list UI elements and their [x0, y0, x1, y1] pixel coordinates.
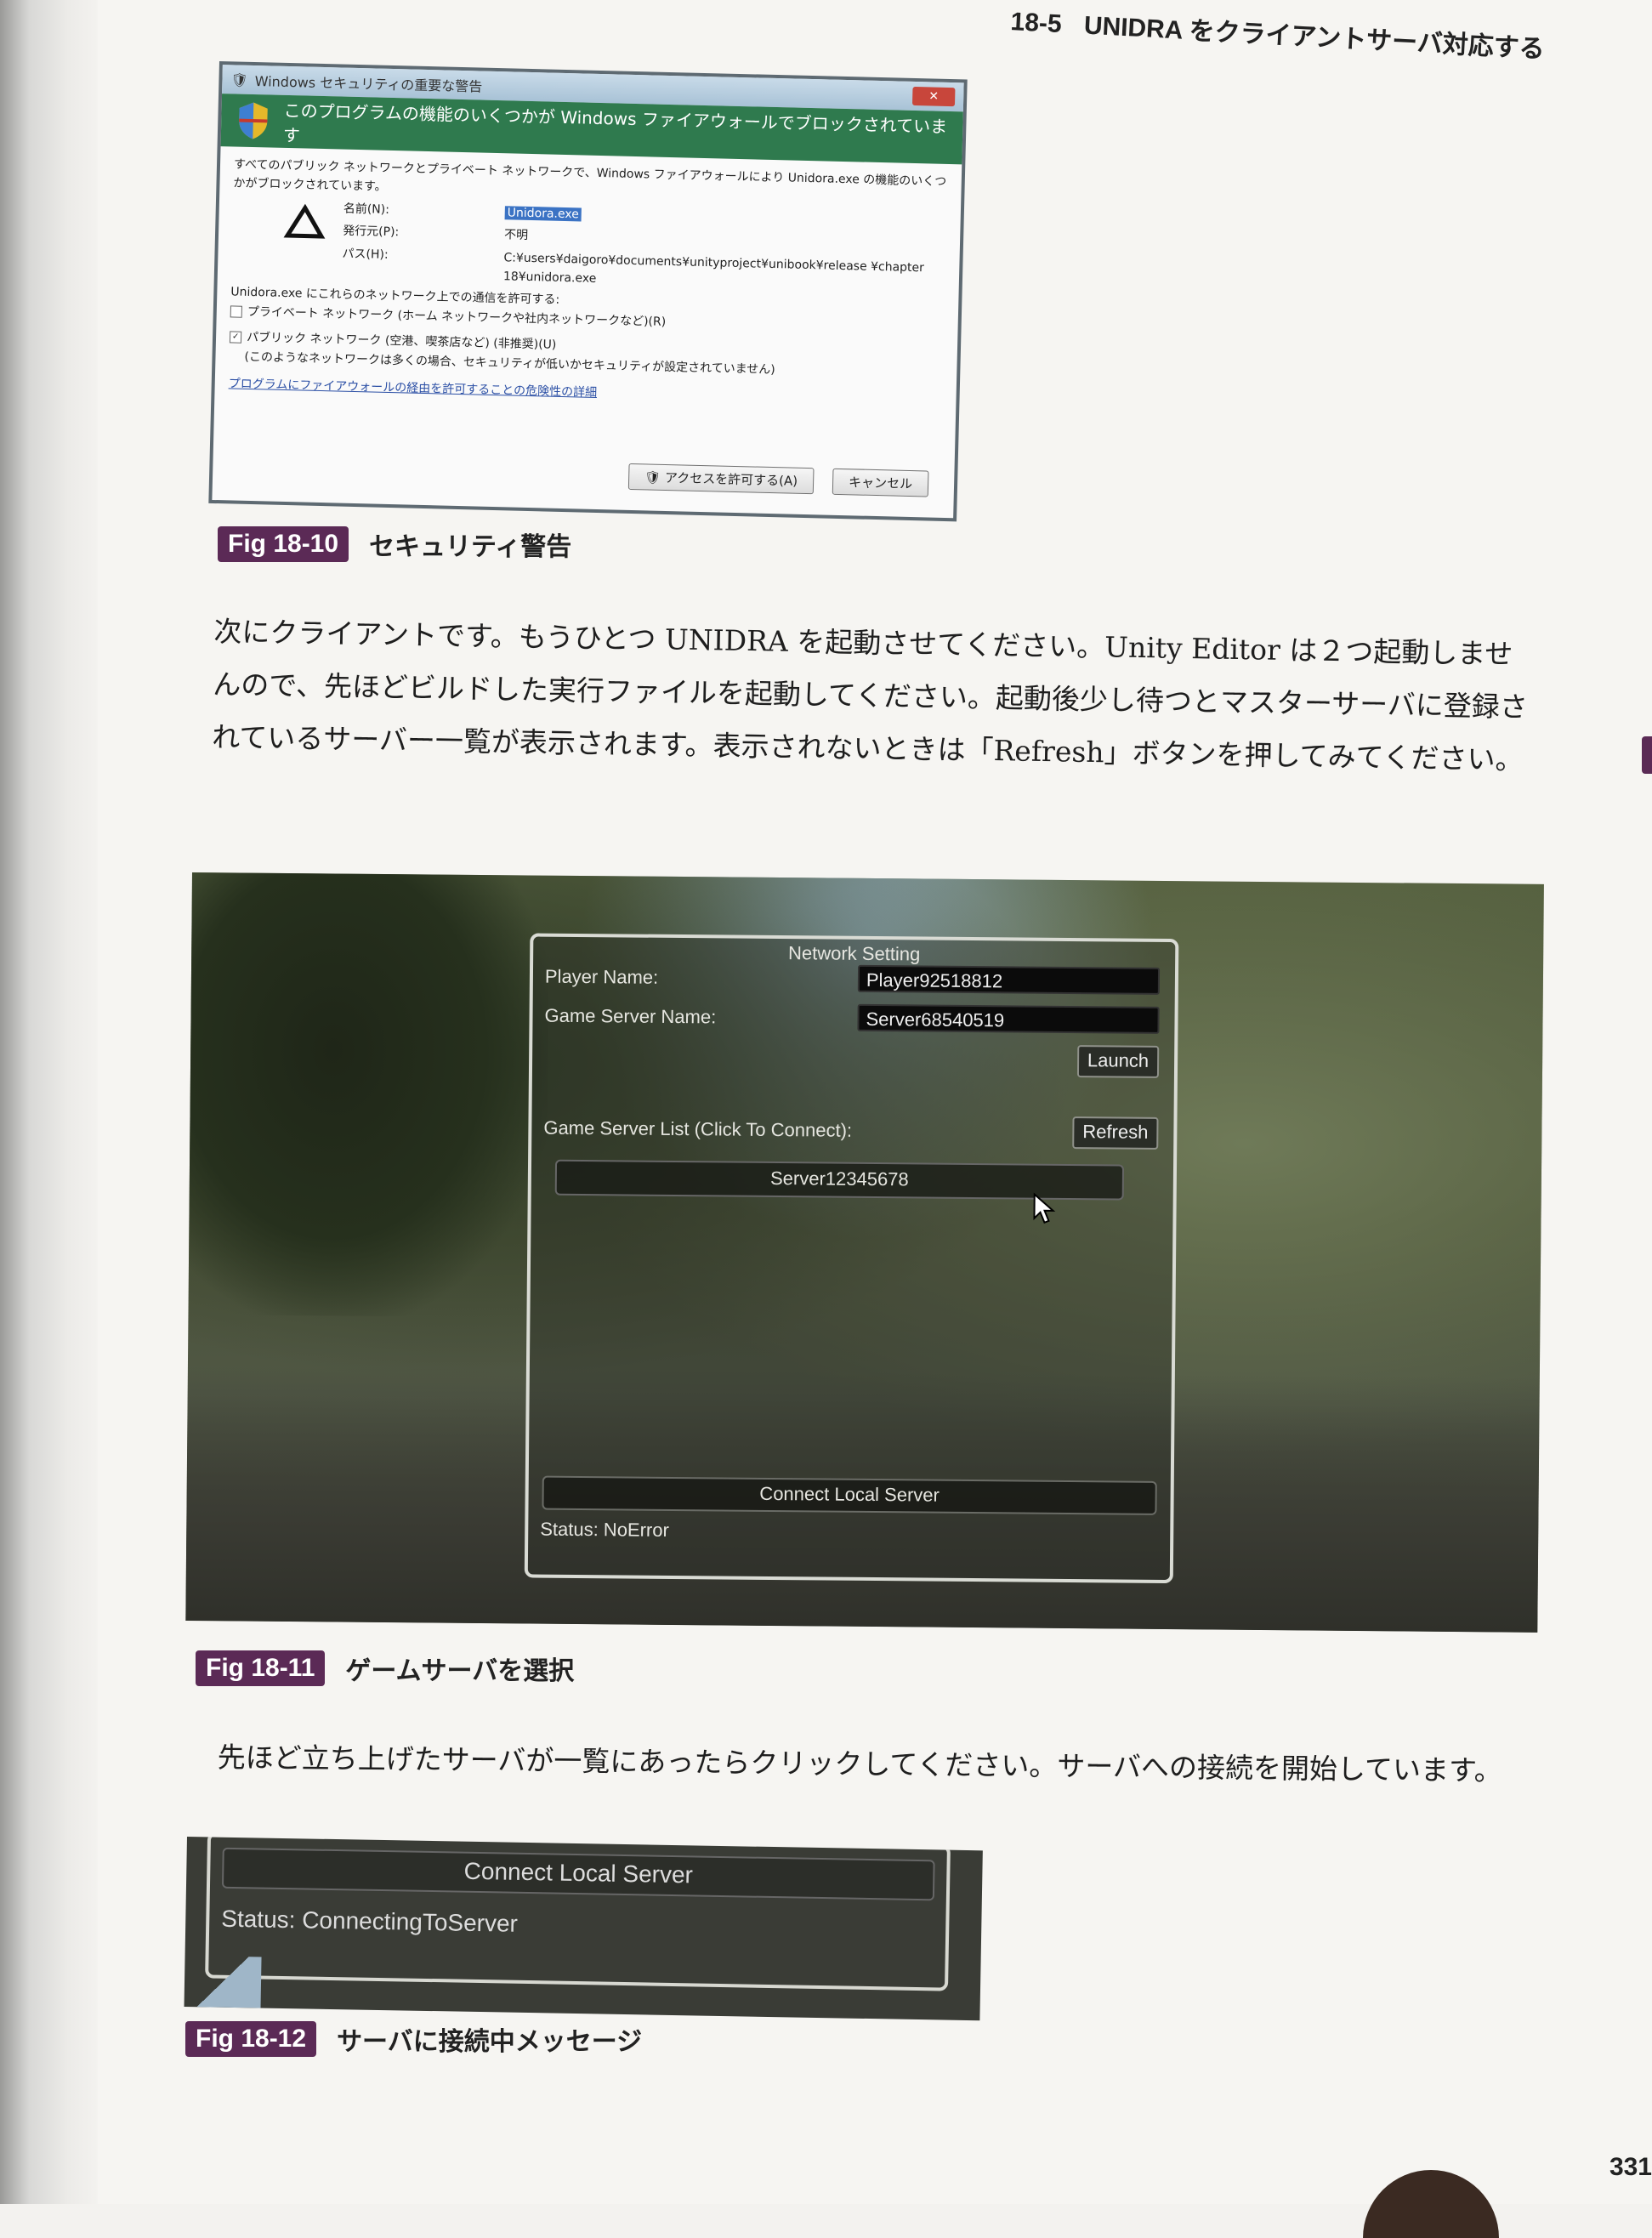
player-name-input[interactable]: Player92518812: [857, 964, 1161, 995]
figure-label: Fig 18-11: [196, 1650, 326, 1686]
launch-button[interactable]: Launch: [1076, 1045, 1160, 1078]
network-setting-panel: Network Setting Player Name: Player92518…: [524, 933, 1179, 1584]
fig-18-11-caption: Fig 18-11 ゲームサーバを選択: [196, 1650, 574, 1687]
player-name-label: Player Name:: [544, 965, 659, 988]
game-server-name-label: Game Server Name:: [544, 1004, 717, 1028]
path-value: C:¥users¥daigoro¥documents¥unityproject¥…: [502, 250, 925, 286]
fig-18-10-caption: Fig 18-10 セキュリティ警告: [218, 525, 571, 563]
fig-18-12-caption: Fig 18-12 サーバに接続中メッセージ: [185, 2020, 642, 2058]
allow-access-label: アクセスを許可する(A): [664, 469, 798, 489]
public-network-checkbox[interactable]: ✓: [229, 331, 242, 344]
sky-corner: [184, 1955, 262, 2008]
server-list-label: Game Server List (Click To Connect):: [543, 1116, 853, 1141]
section-number: 18-5: [1009, 7, 1063, 39]
publisher-label: 発行元(P):: [342, 224, 400, 240]
game-server-name-input[interactable]: Server68540519: [857, 1003, 1160, 1034]
figure-caption: サーバに接続中メッセージ: [337, 2027, 643, 2057]
shield-small-icon: 🛡: [644, 469, 661, 486]
figure-label: Fig 18-12: [185, 2021, 317, 2057]
cancel-button[interactable]: キャンセル: [832, 468, 929, 497]
name-value: Unidora.exe: [504, 206, 582, 222]
security-dialog-window: 🛡 Windows セキュリティの重要な警告 ✕ このプログラムの機能のいくつか…: [208, 61, 968, 522]
book-spine-shadow: [0, 0, 98, 2204]
figure-connecting: Connect Local Server Status: ConnectingT…: [184, 1837, 983, 2021]
game-scene-trees: [188, 872, 549, 1318]
status-text: Status: NoError: [540, 1518, 669, 1541]
figure-security-dialog: 🛡 Windows セキュリティの重要な警告 ✕ このプログラムの機能のいくつか…: [208, 61, 968, 522]
private-network-checkbox[interactable]: [230, 305, 242, 318]
status-text: Status: ConnectingToServer: [221, 1905, 519, 1937]
connecting-panel: Connect Local Server Status: ConnectingT…: [205, 1837, 951, 1991]
dialog-body: すべてのパブリック ネットワークとプライベート ネットワークで、Windows …: [214, 146, 962, 420]
chapter-side-tab: [1642, 736, 1652, 774]
close-icon[interactable]: ✕: [911, 86, 956, 107]
figure-caption: ゲームサーバを選択: [345, 1656, 575, 1686]
mouse-cursor-icon: [1033, 1192, 1056, 1224]
path-label: パス(H):: [342, 247, 389, 262]
connect-local-server-button[interactable]: Connect Local Server: [542, 1475, 1157, 1515]
page-number: 331: [1609, 2153, 1652, 2181]
figure-label: Fig 18-10: [218, 526, 349, 562]
unity-logo-icon: [283, 203, 326, 239]
name-label: 名前(N):: [343, 202, 390, 217]
figure-caption: セキュリティ警告: [369, 532, 572, 562]
figure-network-setting: Network Setting Player Name: Player92518…: [185, 872, 1544, 1633]
allow-access-button[interactable]: 🛡 アクセスを許可する(A): [627, 463, 815, 495]
connect-local-server-button[interactable]: Connect Local Server: [221, 1847, 935, 1901]
dialog-buttons: 🛡 アクセスを許可する(A) キャンセル: [627, 463, 929, 497]
panel-title: Network Setting: [787, 942, 921, 965]
body-paragraph-1: 次にクライアントです。もうひとつ UNIDRA を起動させてください。Unity…: [211, 614, 1529, 776]
refresh-button[interactable]: Refresh: [1072, 1116, 1159, 1150]
shield-icon: [239, 102, 268, 139]
app-icon: 🛡: [230, 71, 249, 88]
